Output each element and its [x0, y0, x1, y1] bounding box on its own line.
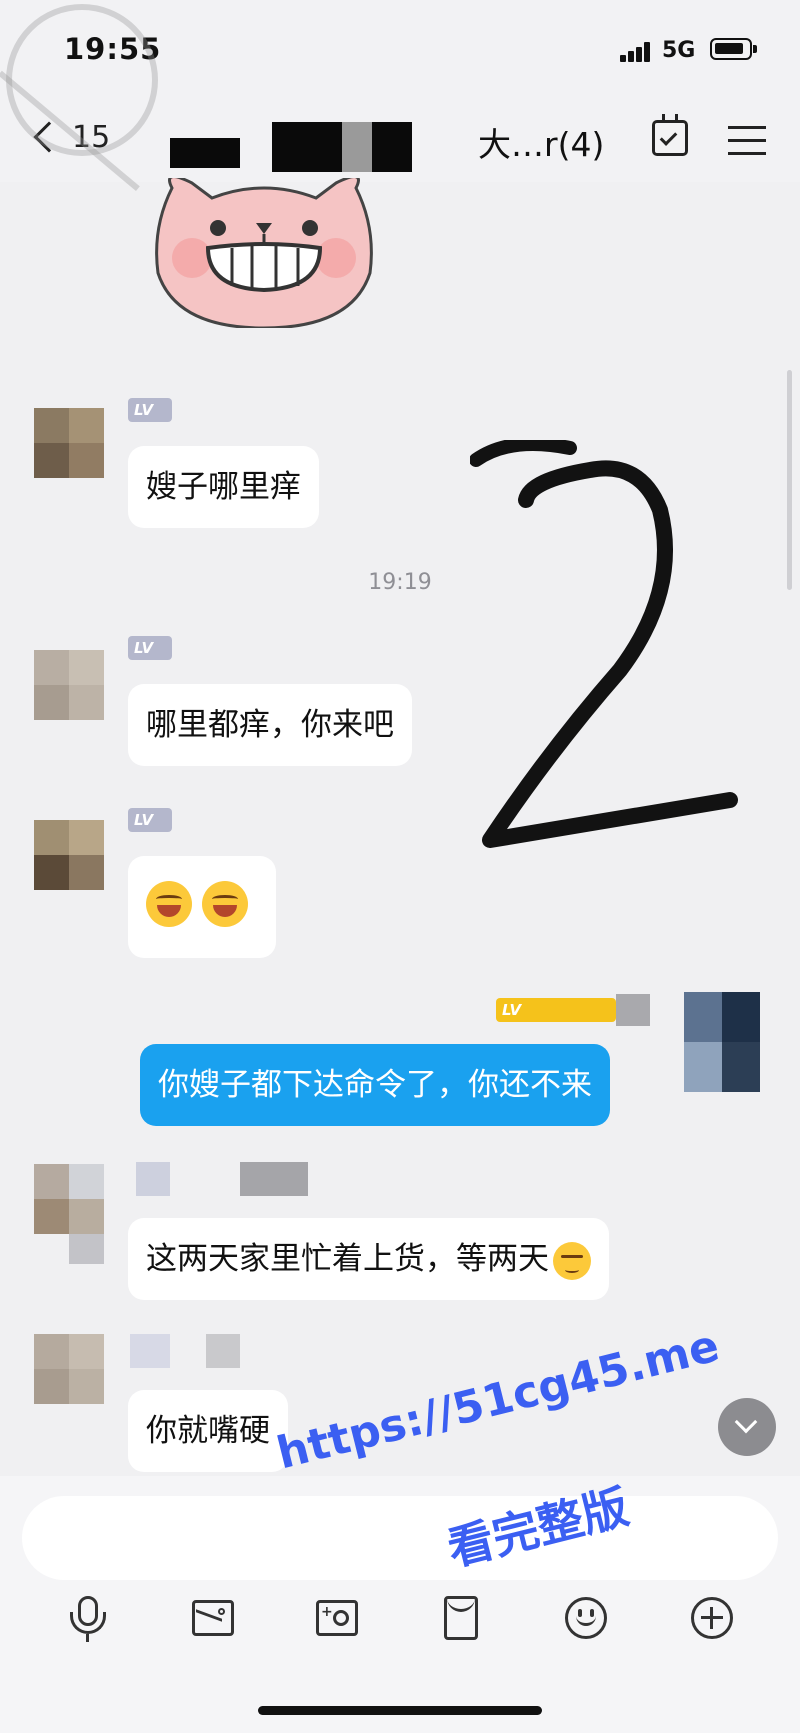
- level-badge: LV: [496, 998, 616, 1022]
- microphone-icon[interactable]: [58, 1588, 118, 1648]
- redaction-block: [272, 122, 342, 172]
- redaction-block: [342, 122, 372, 172]
- camera-icon[interactable]: +: [306, 1588, 366, 1648]
- red-packet-icon[interactable]: [430, 1588, 490, 1648]
- redaction-block: [616, 994, 650, 1026]
- redaction-block: [136, 1162, 170, 1196]
- bear-sticker[interactable]: [152, 178, 376, 328]
- home-indicator[interactable]: [258, 1706, 542, 1715]
- avatar[interactable]: [34, 820, 104, 890]
- redaction-block: [170, 138, 240, 168]
- level-badge: LV: [128, 398, 172, 422]
- level-badge: LV: [128, 636, 172, 660]
- signal-icon: [620, 42, 652, 62]
- avatar[interactable]: [34, 408, 104, 478]
- avatar[interactable]: [684, 992, 760, 1092]
- scrollbar[interactable]: [787, 370, 792, 590]
- message-input[interactable]: [22, 1496, 778, 1580]
- picture-icon[interactable]: [182, 1588, 242, 1648]
- battery-icon: [710, 38, 757, 60]
- avatar[interactable]: [34, 1334, 104, 1404]
- scroll-down-button[interactable]: [718, 1398, 776, 1456]
- handwritten-scribble: [470, 440, 738, 848]
- menu-icon[interactable]: [728, 126, 766, 156]
- redaction-block: [240, 1162, 308, 1196]
- message-bubble[interactable]: 嫂子哪里痒: [128, 446, 319, 528]
- redaction-block: [130, 1334, 170, 1368]
- more-icon[interactable]: [682, 1588, 742, 1648]
- calendar-icon[interactable]: [652, 114, 688, 156]
- message-bubble[interactable]: 哪里都痒，你来吧: [128, 684, 412, 766]
- laugh-cry-emoji: [146, 881, 192, 927]
- message-bubble[interactable]: [128, 856, 276, 958]
- avatar[interactable]: [34, 1164, 104, 1264]
- message-text: 这两天家里忙着上货，等两天: [146, 1241, 549, 1277]
- laugh-cry-emoji: [202, 881, 248, 927]
- smile-emoji: [553, 1241, 591, 1280]
- message-bubble[interactable]: 这两天家里忙着上货，等两天: [128, 1218, 609, 1300]
- watermark-url: https://51cg45.me: [272, 1320, 725, 1480]
- watermark-logo: [6, 4, 158, 156]
- redaction-block: [372, 122, 412, 172]
- emoji-icon[interactable]: [556, 1588, 616, 1648]
- redaction-block: [206, 1334, 240, 1368]
- message-bubble[interactable]: 你就嘴硬: [128, 1390, 288, 1472]
- avatar[interactable]: [34, 650, 104, 720]
- message-bubble-self[interactable]: 你嫂子都下达命令了，你还不来: [140, 1044, 610, 1126]
- level-badge: LV: [128, 808, 172, 832]
- network-label: 5G: [662, 38, 696, 63]
- chat-title[interactable]: 大…r(4): [478, 118, 604, 166]
